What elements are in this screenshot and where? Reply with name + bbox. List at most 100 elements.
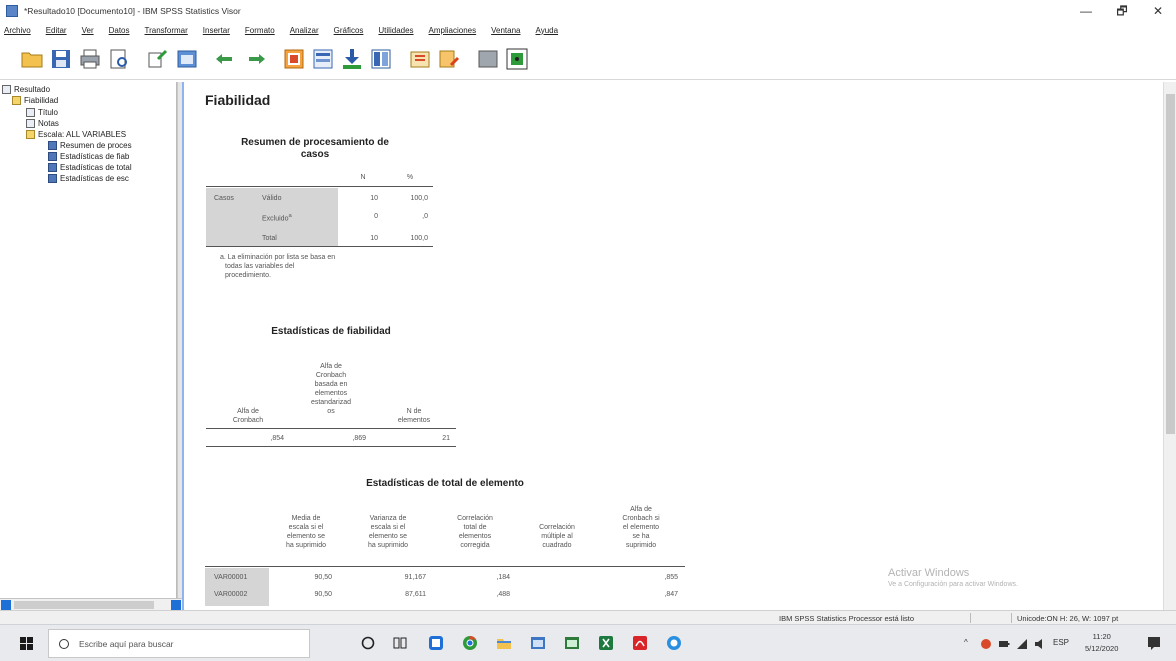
cell-value: 10 [370, 195, 378, 202]
redo-icon[interactable] [243, 47, 267, 71]
language-indicator[interactable]: ESP [1053, 638, 1069, 647]
designate-window-icon[interactable] [408, 47, 432, 71]
file-explorer-icon[interactable] [496, 635, 512, 651]
volume-icon[interactable] [1034, 638, 1046, 650]
cell-value: 90,50 [314, 591, 332, 598]
edge-icon[interactable] [428, 635, 444, 651]
menu-ayuda[interactable]: Ayuda [536, 26, 559, 35]
security-icon[interactable] [980, 638, 992, 650]
spss-taskbar-icon[interactable] [530, 635, 546, 651]
save-icon[interactable] [49, 47, 73, 71]
windows-taskbar: Escribe aquí para buscar ^ ESP 11:20 5/1… [0, 624, 1176, 661]
show-all-icon[interactable] [505, 47, 529, 71]
tree-node-resultado[interactable]: Resultado [2, 85, 50, 94]
status-divider [970, 613, 971, 623]
cell-value: 91,167 [404, 574, 426, 581]
header-line: elemento se [368, 533, 408, 540]
maximize-button[interactable]: 🗗 [1104, 0, 1140, 22]
menu-graficos[interactable]: Gráficos [334, 26, 364, 35]
footnote: todas las variables del [225, 263, 295, 270]
tree-node-escala-stats[interactable]: Estadísticas de esc [48, 174, 129, 183]
tree-label: Estadísticas de esc [60, 174, 129, 183]
goto-variable-icon[interactable] [340, 47, 364, 71]
scroll-left-icon[interactable] [1, 600, 11, 610]
notifications-icon[interactable] [1146, 635, 1162, 651]
network-icon[interactable] [1016, 638, 1028, 650]
open-folder-icon[interactable] [20, 47, 44, 71]
show-hide-icon[interactable] [476, 47, 500, 71]
cell-value: 87,611 [405, 591, 426, 598]
battery-icon[interactable] [998, 638, 1010, 650]
header-line: cuadrado [542, 542, 572, 549]
tree-node-resumen[interactable]: Resumen de proces [48, 141, 132, 150]
spss-data-icon[interactable] [564, 635, 580, 651]
tree-label: Título [38, 108, 59, 117]
menu-insertar[interactable]: Insertar [203, 26, 230, 35]
header-line: ha suprimido [285, 542, 327, 549]
col-header: Alfa de Cronbach si el elemento se ha suprim… [598, 505, 684, 550]
excel-icon[interactable] [598, 635, 614, 651]
cortana-icon[interactable] [360, 635, 376, 651]
table-rule [205, 566, 685, 567]
print-icon[interactable] [78, 47, 102, 71]
content-vertical-scrollbar[interactable] [1163, 82, 1176, 610]
header-line: os [327, 408, 335, 415]
variables-icon[interactable] [369, 47, 393, 71]
table-icon [48, 141, 57, 150]
col-header-pct: % [406, 174, 414, 181]
cell-value: ,847 [664, 591, 678, 598]
task-view-icon[interactable] [392, 635, 408, 651]
chevron-up-icon[interactable]: ^ [964, 638, 968, 647]
minimize-button[interactable]: — [1068, 0, 1104, 22]
footnote-marker: a [288, 213, 292, 219]
tree-node-titulo[interactable]: Título [26, 108, 58, 117]
tree-node-fiab[interactable]: Estadísticas de fiab [48, 152, 129, 161]
header-line: Cronbach si [622, 515, 660, 522]
scroll-thumb[interactable] [14, 601, 154, 609]
watermark-subtitle: Ve a Configuración para activar Windows. [888, 581, 1018, 588]
goto-case-icon[interactable] [311, 47, 335, 71]
tree-node-fiabilidad[interactable]: Fiabilidad [12, 96, 58, 105]
pdf-reader-icon[interactable] [632, 635, 648, 651]
menu-ventana[interactable]: Ventana [491, 26, 520, 35]
menu-datos[interactable]: Datos [109, 26, 130, 35]
clock[interactable]: 11:20 5/12/2020 [1085, 631, 1118, 655]
close-button[interactable]: ✕ [1140, 0, 1176, 22]
menu-formato[interactable]: Formato [245, 26, 275, 35]
cell-value: ,488 [496, 591, 510, 598]
scroll-right-icon[interactable] [171, 600, 181, 610]
tree-label: Fiabilidad [24, 96, 59, 105]
menu-editar[interactable]: Editar [46, 26, 67, 35]
header-line: múltiple al [541, 533, 573, 540]
table-title: Estadísticas de total de elemento [366, 478, 524, 489]
menu-utilidades[interactable]: Utilidades [378, 26, 413, 35]
chrome-icon[interactable] [462, 635, 478, 651]
table-title: Estadísticas de fiabilidad [271, 326, 391, 337]
taskbar-search-box[interactable]: Escribe aquí para buscar [48, 629, 310, 658]
header-line: total de [463, 524, 487, 531]
menu-archivo[interactable]: Archivo [4, 26, 31, 35]
insert-output-icon[interactable] [437, 47, 461, 71]
menu-ver[interactable]: Ver [82, 26, 94, 35]
menu-ampliaciones[interactable]: Ampliaciones [429, 26, 477, 35]
tree-node-escala[interactable]: Escala: ALL VARIABLES [26, 130, 126, 139]
header-line: ha suprimido [367, 542, 409, 549]
tree-label: Resumen de proces [60, 141, 132, 150]
menu-analizar[interactable]: Analizar [290, 26, 319, 35]
menu-transformar[interactable]: Transformar [145, 26, 188, 35]
scroll-thumb[interactable] [1166, 94, 1175, 434]
print-preview-icon[interactable] [107, 47, 131, 71]
table-icon [48, 152, 57, 161]
goto-data-icon[interactable] [282, 47, 306, 71]
export-icon[interactable] [146, 47, 170, 71]
menu-bar: Archivo Editar Ver Datos Transformar Ins… [0, 22, 1176, 38]
notes-icon [26, 119, 35, 128]
browser-globe-icon[interactable] [666, 635, 682, 651]
windows-start-icon[interactable] [20, 637, 33, 650]
outline-horizontal-scrollbar[interactable] [0, 598, 182, 610]
tree-node-total[interactable]: Estadísticas de total [48, 163, 132, 172]
cell-value: 90,50 [314, 574, 332, 581]
undo-icon[interactable] [214, 47, 238, 71]
recall-dialog-icon[interactable] [175, 47, 199, 71]
tree-node-notas[interactable]: Notas [26, 119, 59, 128]
